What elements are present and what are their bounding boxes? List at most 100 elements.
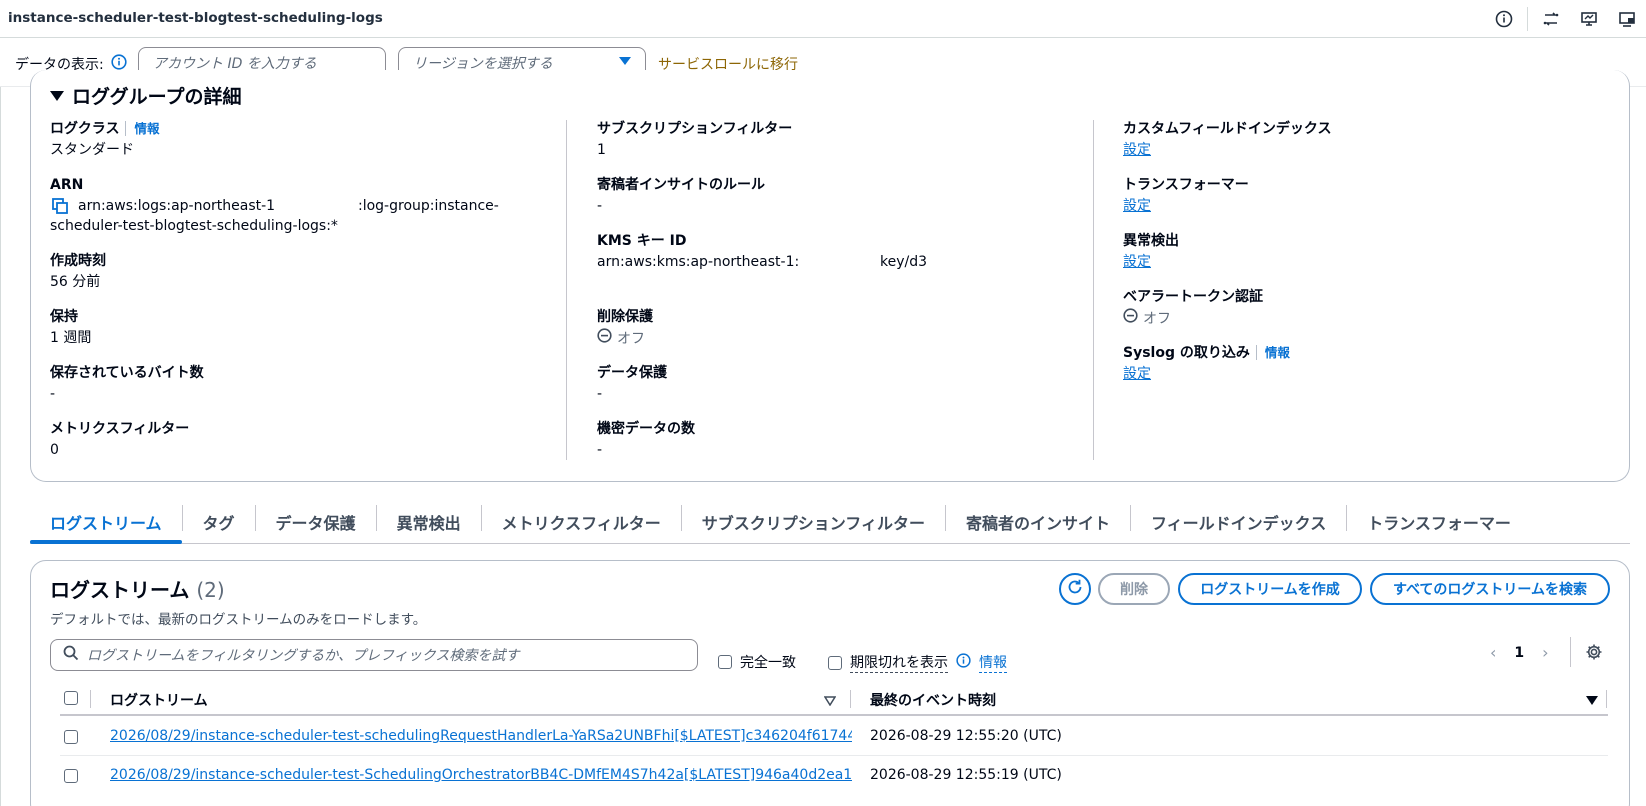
show-expired-label: 期限切れを表示 [850,652,948,673]
tab-subscription-filters[interactable]: サブスクリプションフィルター [682,500,945,543]
metric-filter-field: メトリクスフィルター 0 [50,420,189,460]
sensitive-data-value: - [597,442,603,458]
contributor-value: - [597,198,603,214]
log-stream-link[interactable]: 2026/08/29/instance-scheduler-test-Sched… [110,767,852,783]
tab-log-streams[interactable]: ログストリーム [30,500,182,544]
bearer-token-label: ベアラートークン認証 [1123,289,1263,305]
deletion-protection-field: 削除保護 オフ [597,308,653,349]
sensitive-data-label: 機密データの数 [597,421,695,437]
syslog-link[interactable]: 設定 [1123,364,1290,384]
compare-icon[interactable] [1532,0,1570,38]
log-streams-title: ログストリーム (2) [50,574,225,603]
off-status-icon [597,328,612,349]
log-streams-count: (2) [196,578,225,602]
log-class-info-link[interactable]: 情報 [125,121,160,136]
last-event-time: 2026-08-29 12:55:20 (UTC) [870,728,1062,744]
bearer-token-value: オフ [1143,310,1171,327]
chevron-left-icon[interactable]: ‹ [1490,643,1496,662]
current-page[interactable]: 1 [1514,645,1524,661]
search-icon [63,645,79,665]
chevron-right-icon[interactable]: › [1542,643,1548,662]
search-all-log-streams-button[interactable]: すべてのログストリームを検索 [1370,573,1610,605]
details-heading-text: ロググループの詳細 [72,86,242,108]
syslog-field: Syslog の取り込み 情報 設定 [1123,344,1290,384]
stored-bytes-value: - [50,386,56,402]
tab-contributor-insights[interactable]: 寄稿者のインサイト [946,500,1130,543]
arn-value-part1: arn:aws:logs:ap-northeast-1 [78,198,276,214]
custom-index-link[interactable]: 設定 [1123,140,1331,160]
monitor-icon[interactable] [1570,0,1608,38]
tab-data-protection[interactable]: データ保護 [256,500,376,543]
kms-label: KMS キー ID [597,233,687,249]
exact-match-option[interactable]: 完全一致 [718,652,796,672]
display-icon[interactable] [1608,0,1646,38]
copy-icon[interactable] [52,198,68,220]
subscription-field: サブスクリプションフィルター 1 [597,120,792,160]
retention-field: 保持 1 週間 [50,308,91,348]
tab-transformer[interactable]: トランスフォーマー [1347,500,1531,543]
transformer-link[interactable]: 設定 [1123,196,1249,216]
show-expired-info-link[interactable]: 情報 [979,652,1007,673]
contributor-label: 寄稿者インサイトのルール [597,177,765,193]
select-all-checkbox[interactable] [64,691,78,705]
transformer-label: トランスフォーマー [1123,177,1249,193]
column-header-log-stream[interactable]: ログストリーム [110,690,208,710]
delete-button[interactable]: 削除 [1098,573,1170,605]
data-protection-field: データ保護 - [597,364,667,404]
stored-bytes-label: 保存されているバイト数 [50,365,204,381]
create-log-stream-button[interactable]: ログストリームを作成 [1178,573,1362,605]
deletion-protection-label: 削除保護 [597,309,653,325]
refresh-button[interactable] [1059,573,1091,605]
refresh-icon [1066,578,1084,600]
exact-match-checkbox[interactable] [718,655,732,669]
left-edge [0,87,1,806]
arn-value-part2: :log-group:instance- [358,198,499,214]
tab-field-indexes[interactable]: フィールドインデックス [1131,500,1346,543]
tab-anomaly-detection[interactable]: 異常検出 [377,500,481,543]
created-value: 56 分前 [50,274,101,290]
log-streams-description: デフォルトでは、最新のログストリームのみをロードします。 [50,612,427,628]
sort-descending-icon[interactable] [1586,694,1598,710]
table-row: 2026/08/29/instance-scheduler-test-sched… [60,718,1608,756]
show-expired-option[interactable]: 期限切れを表示 情報 [828,652,1007,673]
kms-field: KMS キー ID arn:aws:kms:ap-northeast-1: ke… [597,232,1077,272]
syslog-info-link[interactable]: 情報 [1255,345,1290,360]
subscription-label: サブスクリプションフィルター [597,121,793,137]
log-class-value: スタンダード [50,142,134,158]
anomaly-link[interactable]: 設定 [1123,252,1179,272]
header-divider [850,690,851,708]
gear-icon[interactable] [1585,643,1603,665]
tab-metric-filters[interactable]: メトリクスフィルター [482,500,681,543]
pagination: ‹ 1 › [1490,643,1549,662]
column-divider [1093,120,1094,460]
syslog-label: Syslog の取り込み [1123,345,1250,361]
custom-index-field: カスタムフィールドインデックス 設定 [1123,120,1331,160]
tab-tags[interactable]: タグ [183,500,255,543]
created-label: 作成時刻 [50,253,106,269]
retention-value: 1 週間 [50,330,92,346]
log-class-field: ログクラス 情報 スタンダード [50,120,160,160]
log-group-details-panel [30,70,1630,482]
sort-icon[interactable] [823,694,837,710]
details-heading[interactable]: ロググループの詳細 [50,82,241,109]
table-row: 2026/08/29/instance-scheduler-test-Sched… [60,757,1608,795]
metric-filter-label: メトリクスフィルター [50,421,190,437]
deletion-protection-value: オフ [617,330,645,347]
row-checkbox[interactable] [64,730,78,744]
custom-index-label: カスタムフィールドインデックス [1123,121,1332,137]
log-class-label: ログクラス [50,121,120,137]
kms-value-part2: key/d3 [880,254,928,270]
log-stream-search-input[interactable]: ログストリームをフィルタリングするか、プレフィックス検索を試す [50,639,698,671]
kms-value-part1: arn:aws:kms:ap-northeast-1: [597,254,800,270]
row-checkbox[interactable] [64,769,78,783]
last-event-time: 2026-08-29 12:55:19 (UTC) [870,767,1062,783]
anomaly-field: 異常検出 設定 [1123,232,1179,272]
transformer-field: トランスフォーマー 設定 [1123,176,1249,216]
column-header-last-event[interactable]: 最終のイベント時刻 [870,690,996,710]
info-icon[interactable] [956,653,971,672]
search-placeholder: ログストリームをフィルタリングするか、プレフィックス検索を試す [87,648,520,664]
log-stream-link[interactable]: 2026/08/29/instance-scheduler-test-sched… [110,728,852,744]
header-divider [90,690,91,708]
show-expired-checkbox[interactable] [828,655,842,670]
info-icon[interactable] [1485,0,1523,38]
